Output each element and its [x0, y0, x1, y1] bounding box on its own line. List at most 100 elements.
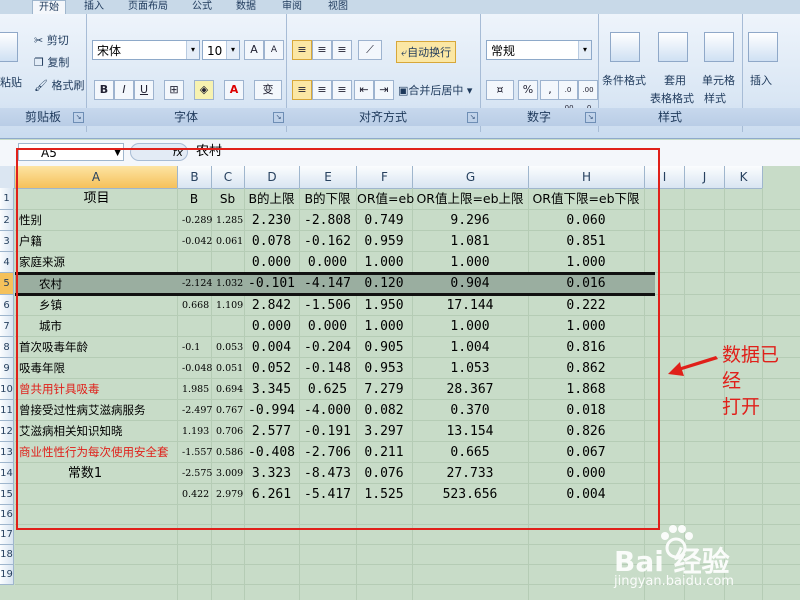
align-bottom-button[interactable]: ≡	[332, 40, 352, 60]
cell-style-icon	[704, 32, 734, 62]
ribbon-tabs: 开始 插入 页面布局 公式 数据 审阅 视图	[0, 0, 800, 14]
row-header-3[interactable]: 3	[0, 231, 14, 252]
align-middle-button[interactable]: ≡	[312, 40, 332, 60]
cell-style-button-2[interactable]: 样式	[704, 90, 726, 106]
paste-icon	[0, 32, 18, 62]
brush-icon: 🖌	[34, 79, 48, 92]
row-header-4[interactable]: 4	[0, 252, 14, 273]
scissors-icon: ✂	[34, 34, 44, 47]
format-painter-button[interactable]: 🖌 格式刷	[34, 77, 84, 93]
phonetic-button[interactable]: 变	[254, 80, 282, 100]
cells-label	[742, 108, 800, 126]
decrease-decimal-button[interactable]: .00 .0	[578, 80, 598, 112]
paste-button[interactable]: 粘贴	[0, 74, 22, 90]
insert-cells-icon	[748, 32, 778, 62]
tab-page-layout[interactable]: 页面布局	[122, 0, 174, 14]
merge-center-button[interactable]: ▣合并后居中 ▾	[398, 82, 472, 98]
row-header-14[interactable]: 14	[0, 463, 14, 484]
align-top-button[interactable]: ≡	[292, 40, 312, 60]
baidu-watermark: Bai 经验 jingyan.baidu.com	[614, 522, 794, 592]
dialog-launcher-icon[interactable]: ↘	[273, 112, 284, 123]
bold-button[interactable]: B	[94, 80, 114, 100]
copy-button[interactable]: ❐ 复制	[34, 54, 69, 70]
dialog-launcher-icon[interactable]: ↘	[585, 112, 596, 123]
styles-group: 条件格式 套用 表格格式 单元格 样式 样式	[598, 14, 743, 132]
tab-formulas[interactable]: 公式	[186, 0, 218, 14]
wrap-text-button[interactable]: ⤶自动换行	[396, 41, 457, 63]
styles-label: 样式	[598, 108, 742, 126]
align-right-button[interactable]: ≡	[332, 80, 352, 100]
number-label: 数字	[480, 108, 598, 126]
row-header-1[interactable]: 1	[0, 188, 14, 210]
paint-bucket-icon: ◈	[199, 83, 209, 96]
grow-font-button[interactable]: A	[244, 40, 264, 60]
shrink-font-button[interactable]: A	[264, 40, 284, 60]
tab-data[interactable]: 数据	[230, 0, 262, 14]
row-header-11[interactable]: 11	[0, 400, 14, 421]
cut-button[interactable]: ✂ 剪切	[34, 32, 69, 48]
italic-button[interactable]: I	[114, 80, 134, 100]
insert-cells-button[interactable]: 插入	[750, 72, 772, 88]
dialog-launcher-icon[interactable]: ↘	[73, 112, 84, 123]
row-header-7[interactable]: 7	[0, 316, 14, 337]
dialog-launcher-icon[interactable]: ↘	[467, 112, 478, 123]
alignment-label: 对齐方式	[286, 108, 480, 126]
highlight-frame	[16, 148, 660, 530]
row-header-2[interactable]: 2	[0, 210, 14, 231]
align-left-button[interactable]: ≡	[292, 80, 312, 100]
chevron-down-icon: ▾	[186, 41, 199, 59]
cell-style-button-1[interactable]: 单元格	[702, 72, 735, 88]
border-icon: ⊞	[169, 83, 179, 96]
number-format-select[interactable]: 常规 ▾	[486, 40, 592, 60]
orientation-button[interactable]: ⟋	[358, 40, 382, 60]
align-center-button[interactable]: ≡	[312, 80, 332, 100]
table-format-button-2[interactable]: 表格格式	[650, 90, 694, 106]
tab-review[interactable]: 审阅	[276, 0, 308, 14]
tab-home[interactable]: 开始	[32, 0, 66, 14]
row-header-18[interactable]: 18	[0, 545, 14, 565]
font-size-select[interactable]: 10 ▾	[202, 40, 240, 60]
fill-color-button[interactable]: ◈	[194, 80, 214, 100]
alignment-group: ≡ ≡ ≡ ⟋ ⤶自动换行 ≡ ≡ ≡ ⇤ ⇥ ▣合并后居中 ▾ 对齐方式 ↘	[286, 14, 481, 132]
underline-button[interactable]: U	[134, 80, 154, 100]
row-header-10[interactable]: 10	[0, 379, 14, 400]
row-header-16[interactable]: 16	[0, 505, 14, 525]
table-format-icon	[658, 32, 688, 62]
tab-insert[interactable]: 插入	[78, 0, 110, 14]
merge-icon: ▣	[398, 84, 409, 97]
row-header-17[interactable]: 17	[0, 525, 14, 545]
decrease-indent-button[interactable]: ⇤	[354, 80, 374, 100]
borders-button[interactable]: ⊞	[164, 80, 184, 100]
increase-indent-button[interactable]: ⇥	[374, 80, 394, 100]
percent-button[interactable]: %	[518, 80, 538, 100]
conditional-format-icon	[610, 32, 640, 62]
clipboard-group: 粘贴 ✂ 剪切 ❐ 复制 🖌 格式刷 剪贴板 ↘	[0, 14, 87, 132]
row-header-15[interactable]: 15	[0, 484, 14, 505]
row-header-6[interactable]: 6	[0, 295, 14, 316]
font-name-select[interactable]: 宋体 ▾	[92, 40, 200, 60]
row-header-12[interactable]: 12	[0, 421, 14, 442]
ribbon: 粘贴 ✂ 剪切 ❐ 复制 🖌 格式刷 剪贴板 ↘ 宋体 ▾ 10 ▾ A A B I…	[0, 14, 800, 139]
row-header-5[interactable]: 5	[0, 273, 14, 295]
number-group: 常规▾ ¤ % , .0 .00 .00 .0 数字 ↘	[480, 14, 599, 132]
comma-button[interactable]: ,	[540, 80, 560, 100]
tab-view[interactable]: 视图	[322, 0, 354, 14]
row-header-9[interactable]: 9	[0, 358, 14, 379]
select-all-corner[interactable]	[0, 166, 15, 189]
column-header-j[interactable]: J	[685, 166, 725, 189]
table-format-button-1[interactable]: 套用	[664, 72, 686, 88]
row-header-13[interactable]: 13	[0, 442, 14, 463]
copy-icon: ❐	[34, 56, 44, 69]
font-group: 宋体 ▾ 10 ▾ A A B I U ⊞ ◈ A 变 字体 ↘	[86, 14, 287, 132]
chevron-down-icon: ▾	[578, 41, 591, 59]
currency-icon: ¤	[496, 83, 504, 96]
conditional-format-button[interactable]: 条件格式	[602, 72, 646, 88]
accounting-format-button[interactable]: ¤	[486, 80, 514, 100]
row-header-8[interactable]: 8	[0, 337, 14, 358]
font-color-button[interactable]: A	[224, 80, 244, 100]
row-header-19[interactable]: 19	[0, 565, 14, 585]
column-header-k[interactable]: K	[725, 166, 763, 189]
font-label: 字体	[86, 108, 286, 126]
increase-decimal-button[interactable]: .0 .00	[558, 80, 578, 112]
arrow-left-icon	[668, 356, 718, 376]
